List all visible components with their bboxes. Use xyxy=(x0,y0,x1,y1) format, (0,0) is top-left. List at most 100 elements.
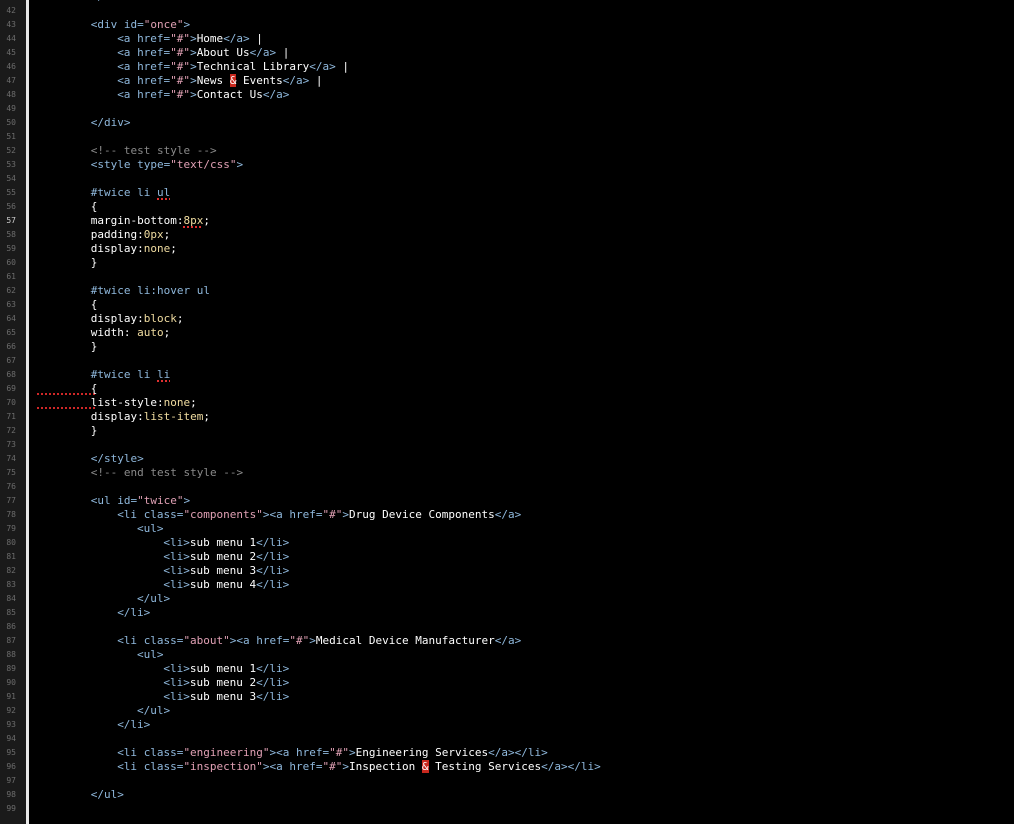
code-text: } xyxy=(38,424,98,438)
code-line[interactable]: 84 </ul> xyxy=(0,592,1014,606)
code-line[interactable]: 79 <ul> xyxy=(0,522,1014,536)
code-line[interactable]: 58 padding:0px; xyxy=(0,228,1014,242)
code-token: sub menu 2 xyxy=(189,550,257,563)
code-line[interactable]: 69 { xyxy=(0,382,1014,396)
code-token: sub menu 4 xyxy=(189,578,257,591)
code-line[interactable]: 82 <li>sub menu 3</li> xyxy=(0,564,1014,578)
code-line[interactable]: 47 <a href="#">News & Events</a> | xyxy=(0,74,1014,88)
code-token: > xyxy=(183,18,191,31)
code-line[interactable]: 76 xyxy=(0,480,1014,494)
code-line[interactable]: 91 <li>sub menu 3</li> xyxy=(0,690,1014,704)
code-token: "text/css" xyxy=(170,158,237,171)
code-text: { xyxy=(38,200,98,214)
code-line[interactable]: 94 xyxy=(0,732,1014,746)
code-line[interactable]: 71 display:list-item; xyxy=(0,410,1014,424)
code-line[interactable]: 95 <li class="engineering"><a href="#">En… xyxy=(0,746,1014,760)
code-line[interactable]: 52 <!-- test style --> xyxy=(0,144,1014,158)
code-line[interactable]: 70 list-style:none; xyxy=(0,396,1014,410)
code-text: #twice li li xyxy=(38,368,170,382)
code-line[interactable]: 44 <a href="#">Home</a> | xyxy=(0,32,1014,46)
code-line[interactable]: 87 <li class="about"><a href="#">Medical … xyxy=(0,634,1014,648)
code-text: <ul id="twice"> xyxy=(38,494,190,508)
code-line[interactable]: 68 #twice li li xyxy=(0,368,1014,382)
code-editor[interactable]: 41</div>4243<div id="once">44<a href="#"… xyxy=(0,0,1014,824)
line-number: 53 xyxy=(6,160,16,169)
code-token: > xyxy=(236,158,244,171)
code-line[interactable]: 57 margin-bottom:8px; xyxy=(0,214,1014,228)
code-token: ; xyxy=(203,214,211,227)
code-line[interactable]: 92 </ul> xyxy=(0,704,1014,718)
code-line[interactable]: 60} xyxy=(0,256,1014,270)
line-number: 95 xyxy=(6,748,16,757)
code-token: block xyxy=(143,312,177,325)
code-token: </ul> xyxy=(137,704,171,717)
code-token: href= xyxy=(289,760,323,773)
code-line[interactable]: 61 xyxy=(0,270,1014,284)
code-line[interactable]: 98 </ul> xyxy=(0,788,1014,802)
code-line[interactable]: 96 <li class="inspection"><a href="#">Ins… xyxy=(0,760,1014,774)
code-line[interactable]: 45 <a href="#">About Us</a> | xyxy=(0,46,1014,60)
code-line[interactable]: 77 <ul id="twice"> xyxy=(0,494,1014,508)
code-line[interactable]: 99 xyxy=(0,802,1014,816)
code-text: <div id="once"> xyxy=(38,18,190,32)
code-line[interactable]: 78 <li class="components"><a href="#">Dru… xyxy=(0,508,1014,522)
line-number: 52 xyxy=(6,146,16,155)
code-line[interactable]: 97 xyxy=(0,774,1014,788)
code-line[interactable]: 83 <li>sub menu 4</li> xyxy=(0,578,1014,592)
line-number: 58 xyxy=(6,230,16,239)
code-token: li xyxy=(157,368,171,381)
code-token: | xyxy=(309,74,323,87)
code-token: } xyxy=(90,424,98,437)
code-line[interactable]: 43 <div id="once"> xyxy=(0,18,1014,32)
code-line[interactable]: 42 xyxy=(0,4,1014,18)
code-line[interactable]: 74 </style> xyxy=(0,452,1014,466)
code-line[interactable]: 80 <li>sub menu 1</li> xyxy=(0,536,1014,550)
code-token: Home xyxy=(196,32,224,45)
code-line[interactable]: 81 <li>sub menu 2</li> xyxy=(0,550,1014,564)
code-token: 0px xyxy=(143,228,164,241)
code-line[interactable]: 65 width: auto; xyxy=(0,326,1014,340)
line-number: 66 xyxy=(6,342,16,351)
code-line[interactable]: 88 <ul> xyxy=(0,648,1014,662)
code-text: <li class="inspection"><a href="#">Inspe… xyxy=(38,760,601,774)
code-line[interactable]: 49 xyxy=(0,102,1014,116)
code-line[interactable]: 72} xyxy=(0,424,1014,438)
code-line[interactable]: 53 <style type="text/css"> xyxy=(0,158,1014,172)
code-line[interactable]: 51 xyxy=(0,130,1014,144)
code-token: { xyxy=(90,298,98,311)
code-line[interactable]: 75 <!-- end test style --> xyxy=(0,466,1014,480)
code-line[interactable]: 50 </div> xyxy=(0,116,1014,130)
code-token: | xyxy=(276,46,290,59)
code-token: <a xyxy=(117,88,138,101)
code-line[interactable]: 64 display:block; xyxy=(0,312,1014,326)
code-line[interactable]: 86 xyxy=(0,620,1014,634)
code-line[interactable]: 93 </li> xyxy=(0,718,1014,732)
code-line[interactable]: 46 <a href="#">Technical Library</a> | xyxy=(0,60,1014,74)
line-number: 88 xyxy=(6,650,16,659)
code-line[interactable]: 89 <li>sub menu 1</li> xyxy=(0,662,1014,676)
code-line[interactable]: 63 { xyxy=(0,298,1014,312)
code-line[interactable]: 55 #twice li ul xyxy=(0,186,1014,200)
code-area[interactable]: 41</div>4243<div id="once">44<a href="#"… xyxy=(0,0,1014,816)
code-token: Drug Device Components xyxy=(349,508,495,521)
line-number: 94 xyxy=(6,734,16,743)
code-line[interactable]: 85 </li> xyxy=(0,606,1014,620)
code-text: <li class="about"><a href="#">Medical De… xyxy=(38,634,521,648)
code-token: ; xyxy=(203,410,211,423)
code-text: #twice li ul xyxy=(38,186,170,200)
line-number: 80 xyxy=(6,538,16,547)
code-line[interactable]: 56 { xyxy=(0,200,1014,214)
code-token: Technical Library xyxy=(196,60,310,73)
code-line[interactable]: 66} xyxy=(0,340,1014,354)
code-line[interactable]: 67 xyxy=(0,354,1014,368)
code-line[interactable]: 54 xyxy=(0,172,1014,186)
code-token: </div> xyxy=(90,116,131,129)
code-line[interactable]: 90 <li>sub menu 2</li> xyxy=(0,676,1014,690)
code-line[interactable]: 48 <a href="#">Contact Us</a> xyxy=(0,88,1014,102)
code-token: <li> xyxy=(163,676,190,689)
code-line[interactable]: 73 xyxy=(0,438,1014,452)
code-line[interactable]: 59 display:none; xyxy=(0,242,1014,256)
code-token: > xyxy=(349,746,356,759)
code-token: > xyxy=(190,60,197,73)
code-line[interactable]: 62 #twice li:hover ul xyxy=(0,284,1014,298)
